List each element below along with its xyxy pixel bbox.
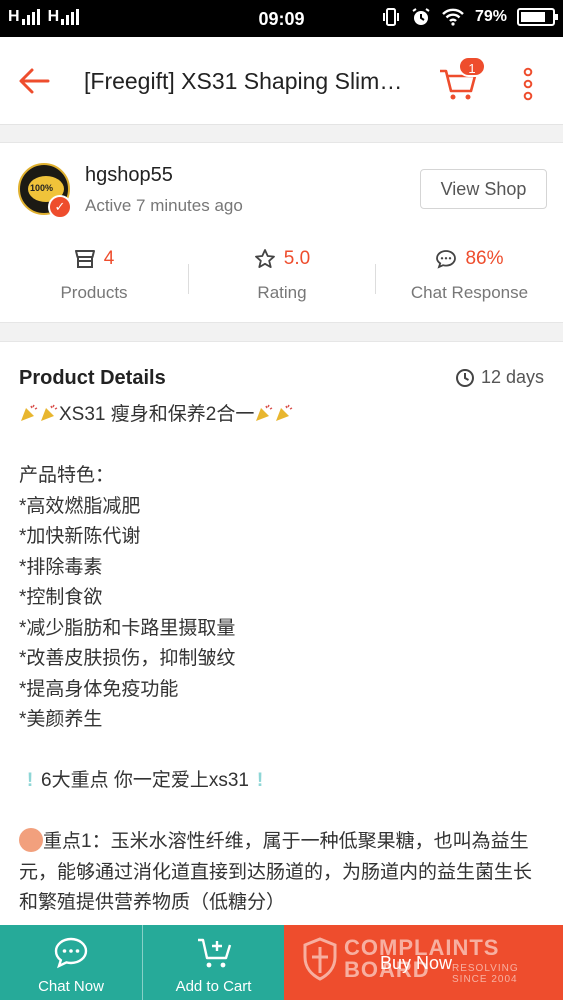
app-header: [Freegift] XS31 Shaping Slimming 1 (0, 37, 563, 125)
stat-products-top: 4 (0, 243, 188, 275)
stat-products-value: 4 (103, 248, 115, 269)
vibrate-icon (382, 8, 399, 26)
shield-logo-icon (303, 937, 337, 981)
stat-products-label: Products (60, 283, 128, 302)
clock-icon (455, 368, 474, 387)
feature-item: *美颜养生 (19, 709, 103, 730)
features-title: 产品特色： (19, 465, 115, 486)
add-to-cart-icon (197, 938, 231, 968)
watermark-line-2: BOARD (344, 957, 430, 982)
feature-item: *改善皮肤损伤，抑制皱纹 (19, 648, 236, 669)
stat-chat-label: Chat Response (410, 283, 529, 302)
bottom-action-bar: Chat Now Add to Cart Buy Now COMPLAINTS … (0, 925, 563, 1000)
exclamation-icon: ! (26, 770, 34, 791)
shop-name[interactable]: hgshop55 (85, 164, 173, 187)
view-shop-button[interactable]: View Shop (420, 169, 547, 209)
back-arrow-icon[interactable] (16, 63, 52, 99)
chat-now-button[interactable]: Chat Now (0, 925, 142, 1000)
stat-products[interactable]: 4 Products (0, 243, 188, 313)
stat-rating-top: 5.0 (188, 243, 376, 275)
buy-now-button[interactable]: Buy Now COMPLAINTS BOARD RESOLVING SINCE … (284, 925, 563, 1000)
store-icon (74, 250, 95, 268)
stat-chat-response[interactable]: 86% Chat Response (376, 243, 563, 313)
point-1-text: 重点1：玉米水溶性纤维，属于一种低聚果糖，也叫為益生元，能够通过消化道直接到达肠… (19, 831, 533, 913)
party-popper-icon (21, 404, 38, 421)
stat-chat-top: 86% (376, 243, 563, 275)
description-headline: XS31 瘦身和保养2合一 (19, 400, 549, 431)
product-details: Product Details 12 days XS31 瘦身和保养2合一 产品… (0, 341, 563, 941)
status-bar: H H 09:09 79% (0, 0, 563, 37)
point-1-paragraph: 重点1：玉米水溶性纤维，属于一种低聚果糖，也叫為益生元，能够通过消化道直接到达肠… (19, 827, 549, 919)
add-to-cart-label: Add to Cart (175, 978, 252, 995)
feature-item: *高效燃脂减肥 (19, 495, 141, 517)
add-to-cart-button[interactable]: Add to Cart (142, 925, 284, 1000)
feature-item: *减少脂肪和卡路里摄取量 (19, 617, 236, 639)
verified-check-icon: ✓ (48, 195, 72, 219)
shop-active-status: Active 7 minutes ago (85, 196, 243, 215)
details-age-text: 12 days (480, 367, 544, 387)
chat-bubble-icon (436, 250, 457, 269)
orange-circle-icon (19, 828, 43, 852)
stat-rating-value: 5.0 (283, 248, 311, 269)
wifi-icon (442, 8, 464, 26)
details-heading: Product Details (19, 367, 166, 389)
details-age: 12 days (455, 367, 544, 388)
exclamation-icon: ! (256, 770, 264, 791)
alarm-icon (412, 8, 430, 25)
watermark-tag-1: RESOLVING (452, 963, 519, 974)
feature-item: *加快新陈代谢 (19, 526, 141, 547)
product-description: XS31 瘦身和保养2合一 产品特色： *高效燃脂减肥 *加快新陈代谢 *排除毒… (19, 400, 549, 919)
star-icon (254, 249, 275, 268)
watermark-tag-2: SINCE 2004 (452, 974, 518, 985)
chat-icon (54, 937, 88, 969)
battery-fill (521, 12, 545, 22)
battery-percent: 79% (474, 8, 507, 25)
feature-item: *排除毒素 (19, 556, 103, 578)
more-options-icon[interactable] (520, 67, 536, 101)
feature-item: *提高身体免疫功能 (19, 678, 179, 700)
highlight-line: ! 6大重点 你一定爱上xs31! (19, 766, 549, 797)
feature-item: *控制食欲 (19, 587, 103, 608)
status-right: 79% (381, 7, 558, 27)
avatar-seal-text: 100% (30, 183, 54, 193)
headline-text: XS31 瘦身和保养2合一 (59, 404, 255, 425)
cart-count-badge: 1 (458, 56, 486, 77)
watermark-tagline: RESOLVING SINCE 2004 (452, 963, 519, 985)
stat-chat-value: 86% (465, 248, 504, 269)
complaints-board-watermark: COMPLAINTS BOARD RESOLVING SINCE 2004 (302, 935, 562, 993)
product-page: H H 09:09 79% [Freegift] XS31 Shaping Sl… (0, 0, 563, 1000)
party-popper-icon (276, 404, 293, 421)
page-title: [Freegift] XS31 Shaping Slimming (84, 68, 404, 94)
battery-icon (517, 8, 558, 26)
party-popper-icon (41, 404, 58, 421)
chat-now-label: Chat Now (38, 978, 104, 995)
shop-card: 100% ✓ hgshop55 Active 7 minutes ago Vie… (0, 142, 563, 323)
stat-rating-label: Rating (257, 283, 307, 302)
stat-rating[interactable]: 5.0 Rating (188, 243, 376, 313)
highlight-text: 6大重点 你一定爱上xs31 (41, 770, 249, 791)
party-popper-icon (256, 404, 273, 421)
